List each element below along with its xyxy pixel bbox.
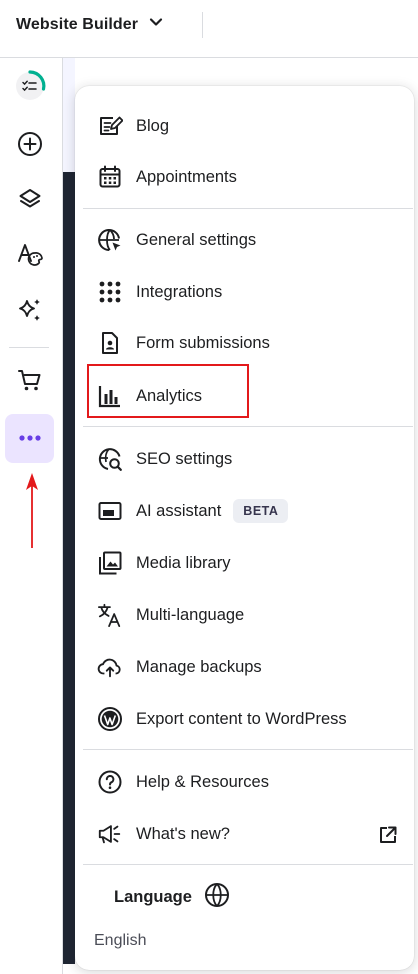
- external-link-icon: [378, 825, 398, 850]
- app-title: Website Builder: [16, 15, 139, 33]
- menu-item-help-resources[interactable]: Help & Resources: [85, 760, 412, 804]
- menu-item-label: Media library: [136, 553, 231, 572]
- language-selector[interactable]: English: [94, 932, 146, 950]
- menu-item-label: Blog: [136, 116, 170, 135]
- editor-canvas-dark: [63, 172, 75, 964]
- sidebar-ai-button[interactable]: [5, 288, 54, 337]
- menu-item-label: AI assistant: [136, 501, 222, 520]
- menu-item-label: Manage backups: [136, 657, 262, 676]
- website-builder-dropdown[interactable]: Website Builder: [16, 14, 164, 35]
- language-section-header: Language: [114, 882, 230, 913]
- cloud-upload-icon: [97, 654, 123, 680]
- wordpress-icon: [97, 706, 123, 732]
- blog-icon: [97, 113, 123, 139]
- help-icon: [97, 769, 123, 795]
- menu-divider: [83, 426, 413, 427]
- language-title: Language: [114, 888, 192, 906]
- plus-circle-icon: [17, 131, 43, 162]
- chevron-down-icon: [148, 14, 164, 35]
- menu-item-label: Multi-language: [136, 605, 245, 624]
- text-palette-icon: [16, 240, 44, 273]
- menu-item-media-library[interactable]: Media library: [85, 541, 412, 585]
- sidebar-separator: [9, 347, 49, 348]
- menu-item-analytics[interactable]: Analytics: [85, 374, 412, 418]
- bar-chart-icon: [97, 383, 123, 409]
- globe-settings-icon: [97, 227, 123, 253]
- menu-item-label: Analytics: [136, 386, 203, 405]
- menu-item-label: SEO settings: [136, 449, 233, 468]
- sidebar-add-button[interactable]: [5, 122, 54, 171]
- menu-item-label: Integrations: [136, 282, 223, 301]
- menu-item-label: Appointments: [136, 167, 237, 186]
- top-bar: Website Builder: [0, 0, 418, 52]
- more-dots-icon: [17, 430, 43, 448]
- grid-dots-icon: [97, 279, 123, 305]
- menu-item-label: Export content to WordPress: [136, 709, 347, 728]
- menu-item-seo-settings[interactable]: SEO settings: [85, 437, 412, 481]
- menu-divider: [83, 864, 413, 865]
- sidebar-styles-button[interactable]: [5, 232, 54, 281]
- layers-icon: [17, 186, 43, 217]
- menu-item-label: General settings: [136, 230, 257, 249]
- menu-item-label: What's new?: [136, 824, 230, 843]
- calendar-icon: [97, 164, 123, 190]
- editor-canvas-light: [63, 58, 75, 172]
- menu-item-manage-backups[interactable]: Manage backups: [85, 645, 412, 689]
- media-icon: [97, 550, 123, 576]
- menu-item-whats-new[interactable]: What's new?: [85, 812, 412, 856]
- menu-divider: [83, 749, 413, 750]
- translate-icon: [97, 602, 123, 628]
- menu-item-label: Form submissions: [136, 333, 270, 352]
- sidebar-layers-button[interactable]: [5, 177, 54, 226]
- sidebar-progress-button[interactable]: [5, 64, 54, 113]
- menu-item-export-wordpress[interactable]: Export content to WordPress: [85, 697, 412, 741]
- form-file-icon: [97, 330, 123, 356]
- topbar-divider: [202, 12, 203, 38]
- seo-icon: [97, 446, 123, 472]
- menu-item-ai-assistant[interactable]: AI assistant BETA: [85, 489, 412, 533]
- menu-item-appointments[interactable]: Appointments: [85, 155, 412, 199]
- menu-item-label: Help & Resources: [136, 772, 269, 791]
- menu-item-blog[interactable]: Blog: [85, 104, 412, 148]
- beta-badge: BETA: [233, 499, 289, 523]
- megaphone-icon: [97, 821, 123, 847]
- sidebar-more-button[interactable]: [5, 414, 54, 463]
- menu-divider: [83, 208, 413, 209]
- more-options-menu: Blog Appointments General settings Integ…: [75, 86, 414, 970]
- ai-window-icon: [97, 498, 123, 524]
- menu-item-integrations[interactable]: Integrations: [85, 270, 412, 314]
- cart-icon: [16, 366, 44, 399]
- red-arrow-annotation: [26, 473, 38, 548]
- sparkles-icon: [16, 296, 44, 329]
- checklist-progress-icon: [13, 69, 47, 108]
- menu-item-multi-language[interactable]: Multi-language: [85, 593, 412, 637]
- sidebar-store-button[interactable]: [5, 358, 54, 407]
- menu-item-form-submissions[interactable]: Form submissions: [85, 321, 412, 365]
- globe-icon: [204, 882, 230, 913]
- menu-item-general-settings[interactable]: General settings: [85, 218, 412, 262]
